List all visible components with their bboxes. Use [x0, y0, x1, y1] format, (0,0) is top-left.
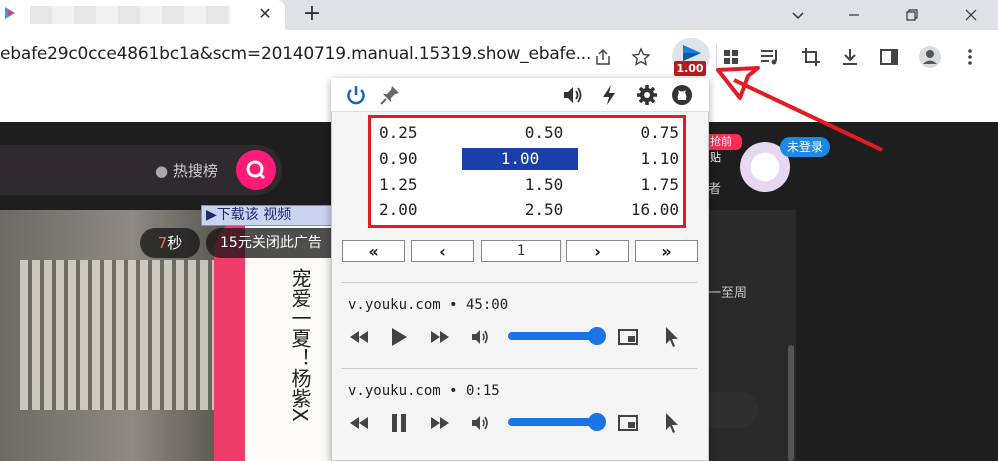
site-search-button[interactable]	[236, 150, 276, 190]
speed-option[interactable]: 0.90	[379, 148, 469, 170]
speed-option[interactable]: 2.50	[499, 199, 589, 221]
youku-favicon-icon	[5, 7, 15, 19]
cursor-pointer-icon[interactable]	[658, 410, 684, 436]
close-window-button[interactable]	[943, 0, 998, 30]
hot-search-text: 热搜榜	[172, 162, 218, 180]
bookmark-star-icon[interactable]	[628, 44, 654, 70]
video-scene-window	[20, 260, 220, 410]
first-page-button[interactable]: «	[342, 240, 405, 262]
rewind-icon[interactable]	[346, 410, 372, 436]
prev-page-button[interactable]: ‹	[411, 240, 474, 262]
speed-option-active[interactable]: 1.00	[462, 148, 578, 170]
speed-option[interactable]: 0.75	[589, 122, 679, 144]
sidebar-dark-pill	[708, 392, 758, 428]
section-divider	[341, 282, 697, 283]
last-page-button[interactable]: »	[635, 240, 698, 262]
page-number-input[interactable]: 1	[481, 240, 561, 262]
media-title-1: v.youku.com • 45:00	[348, 297, 509, 313]
pause-icon[interactable]	[386, 410, 412, 436]
lightning-icon[interactable]	[596, 82, 622, 108]
address-bar-url[interactable]: ebafe29c0cce4861bc1a&scm=20140719.manual…	[0, 44, 590, 68]
fast-forward-icon[interactable]	[427, 410, 453, 436]
picture-in-picture-icon[interactable]	[615, 324, 641, 350]
download-video-banner[interactable]: ▶下载该 视频	[201, 205, 333, 226]
share-icon[interactable]	[590, 44, 616, 70]
countdown-number: 7	[157, 234, 168, 252]
speed-option[interactable]: 1.50	[499, 174, 589, 196]
picture-in-picture-icon[interactable]	[615, 410, 641, 436]
speed-option[interactable]: 0.25	[379, 122, 469, 144]
new-tab-button[interactable]: +	[300, 2, 324, 26]
speed-option[interactable]: 1.10	[589, 148, 679, 170]
volume-slider-knob[interactable]	[588, 413, 606, 431]
tab-close-icon[interactable]: ✕	[255, 3, 275, 25]
rewind-icon[interactable]	[346, 324, 372, 350]
media-title-2: v.youku.com • 0:15	[348, 383, 500, 399]
ad-countdown: 7秒	[140, 228, 200, 258]
volume-icon[interactable]	[561, 82, 587, 108]
tab-title-blurred	[30, 6, 230, 24]
fast-forward-icon[interactable]	[427, 324, 453, 350]
speed-option[interactable]: 2.00	[379, 199, 469, 221]
speed-option[interactable]: 16.00	[579, 199, 679, 221]
flame-icon: ●	[155, 162, 169, 180]
gear-icon[interactable]	[634, 82, 660, 108]
ad-vertical-text: 宠爱一夏！杨紫X	[288, 268, 312, 422]
search-icon	[246, 160, 266, 180]
close-ad-button[interactable]: 15元关闭此广告	[206, 228, 336, 258]
speed-preset-grid: 0.25 0.50 0.75 0.90 1.00 1.10 1.25 1.50 …	[368, 115, 686, 228]
sidebar-text-schedule: 一至周	[708, 286, 748, 301]
speed-option[interactable]: 1.25	[379, 174, 469, 196]
profile-avatar-icon[interactable]	[917, 44, 943, 70]
tab-search-chevron-icon[interactable]	[770, 0, 825, 30]
section-divider	[341, 368, 697, 369]
countdown-unit: 秒	[167, 234, 183, 252]
cursor-pointer-icon[interactable]	[658, 324, 684, 350]
volume-slider-knob[interactable]	[588, 327, 606, 345]
sidebar-text: 者	[708, 182, 722, 197]
play-icon[interactable]	[386, 324, 412, 350]
power-icon[interactable]	[343, 82, 369, 108]
speed-option[interactable]: 1.75	[589, 174, 679, 196]
chrome-menu-icon[interactable]	[957, 44, 983, 70]
hot-search-label[interactable]: ● 热搜榜	[155, 160, 218, 181]
minimize-button[interactable]	[826, 0, 881, 30]
restore-button[interactable]	[884, 0, 939, 30]
annotation-arrow-icon	[716, 66, 883, 152]
active-tab[interactable]: ✕	[0, 0, 285, 30]
github-icon[interactable]	[669, 82, 695, 108]
pin-icon[interactable]	[377, 82, 403, 108]
speed-option[interactable]: 0.50	[499, 122, 589, 144]
volume-icon[interactable]	[468, 324, 494, 350]
next-page-button[interactable]: ›	[566, 240, 629, 262]
volume-icon[interactable]	[468, 410, 494, 436]
sidebar-scrollbar[interactable]	[788, 345, 794, 461]
